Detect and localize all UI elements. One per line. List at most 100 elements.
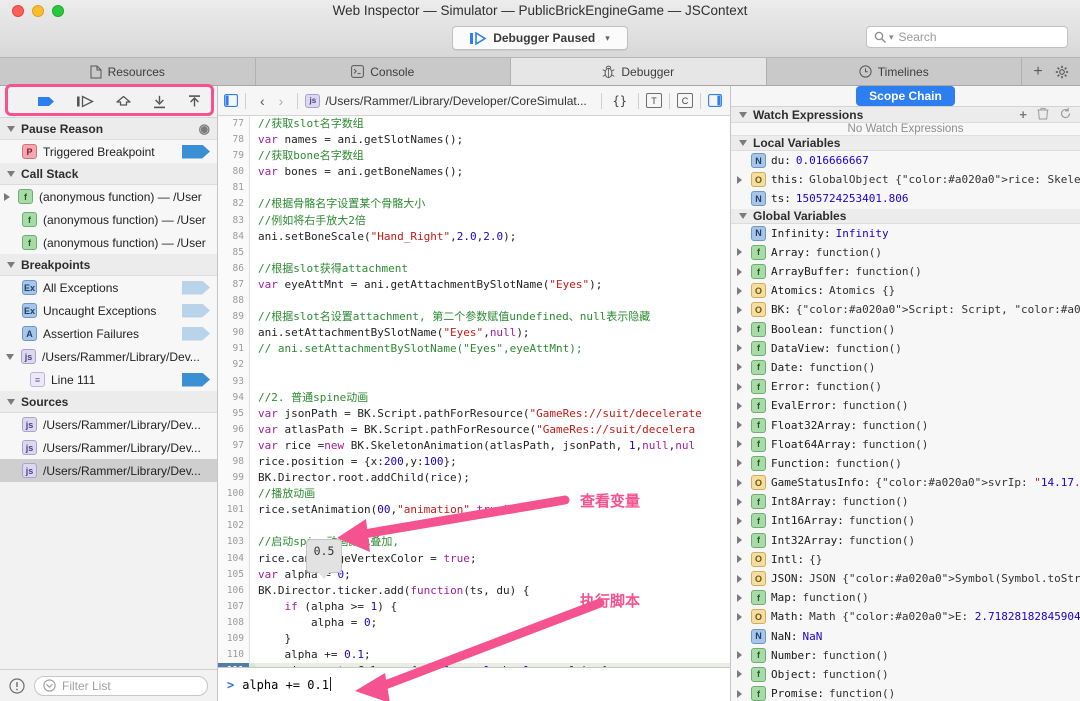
line-number[interactable]: 81 bbox=[218, 180, 249, 196]
local-variables-list[interactable]: Ndu: 0.016666667 Othis: GlobalObject {"colo… bbox=[731, 151, 1080, 209]
variable-row[interactable]: f ArrayBuffer: function() bbox=[731, 261, 1080, 282]
line-number[interactable]: 106 bbox=[218, 583, 249, 599]
disclosure-triangle-icon[interactable] bbox=[7, 398, 15, 405]
back-button[interactable]: ‹ bbox=[253, 93, 272, 109]
code-line[interactable]: rice.vertexColor = { r: 1, g: 1, b: 1, a… bbox=[251, 663, 730, 667]
line-number[interactable]: 110 bbox=[218, 647, 249, 663]
tab-console[interactable]: Console bbox=[255, 58, 511, 85]
section-global-variables[interactable]: Global Variables bbox=[731, 208, 1080, 224]
line-number[interactable]: 108 bbox=[218, 615, 249, 631]
add-tab-button[interactable]: + bbox=[1033, 63, 1042, 81]
show-chars-button[interactable]: C bbox=[677, 93, 693, 108]
line-number[interactable]: 87 bbox=[218, 277, 249, 293]
global-variables-list[interactable]: N Infinity: Infinity f Array: function() f Arra… bbox=[731, 223, 1080, 701]
tab-timelines[interactable]: Timelines bbox=[766, 58, 1022, 85]
pause-reason-item[interactable]: P Triggered Breakpoint bbox=[0, 140, 217, 163]
disclosure-triangle-icon[interactable] bbox=[737, 248, 746, 257]
step-up-icon[interactable] bbox=[187, 94, 202, 109]
disclosure-triangle-icon[interactable] bbox=[737, 670, 746, 679]
disclosure-triangle-icon[interactable] bbox=[737, 574, 746, 583]
disclosure-triangle-icon[interactable] bbox=[737, 440, 746, 449]
disclosure-triangle-icon[interactable] bbox=[737, 175, 746, 184]
breakpoint-toggle[interactable] bbox=[182, 326, 210, 341]
breakpoint-row[interactable]: Ex Uncaught Exceptions bbox=[0, 299, 217, 322]
search-dropdown-chevron-icon[interactable]: ▾ bbox=[889, 32, 894, 43]
code-editor[interactable]: 77 78 79 80 81 82 83 84 85 86 87 88 89 90 91 92 93 94 95 96… bbox=[218, 116, 730, 667]
variable-row[interactable]: O Atomics: Atomics {} bbox=[731, 281, 1080, 301]
variable-row[interactable]: O Math: Math {"color:#a020a0">E: 2.7182818… bbox=[731, 607, 1080, 627]
code-line[interactable]: ani.setBoneScale("Hand_Right",2.0,2.0); bbox=[251, 229, 730, 245]
sidebar-scroll-area[interactable]: Pause Reason ◉ P Triggered Breakpoint Ca… bbox=[0, 118, 217, 669]
disclosure-triangle-icon[interactable] bbox=[737, 421, 746, 430]
variable-row[interactable]: f Int16Array: function() bbox=[731, 511, 1080, 531]
line-number[interactable]: 85 bbox=[218, 245, 249, 261]
code-line[interactable]: BK.Director.ticker.add(function(ts, du) … bbox=[251, 583, 730, 599]
code-line[interactable] bbox=[251, 518, 730, 534]
gear-icon[interactable] bbox=[1055, 65, 1069, 79]
line-number[interactable]: 96 bbox=[218, 422, 249, 438]
line-number[interactable]: 99 bbox=[218, 470, 249, 486]
disclosure-triangle-icon[interactable] bbox=[737, 267, 746, 276]
variable-row[interactable]: f Map: function() bbox=[731, 588, 1080, 608]
filter-list-input[interactable]: Filter List bbox=[34, 675, 208, 696]
console-input[interactable]: alpha += 0.1 bbox=[242, 677, 331, 692]
disclosure-triangle-icon[interactable] bbox=[737, 305, 746, 314]
disclosure-triangle-icon[interactable] bbox=[739, 212, 747, 219]
code-line[interactable]: if (alpha >= 1) { bbox=[251, 599, 730, 615]
line-number[interactable]: 93 bbox=[218, 374, 249, 390]
variable-row[interactable]: f Number: function() bbox=[731, 645, 1080, 665]
add-icon[interactable]: + bbox=[1019, 107, 1027, 122]
variable-row[interactable]: f Date: function() bbox=[731, 357, 1080, 378]
variable-row[interactable]: f Float64Array: function() bbox=[731, 434, 1080, 454]
variable-row[interactable]: f Boolean: function() bbox=[731, 319, 1080, 339]
breakpoint-line-row[interactable]: ≡ Line 111 bbox=[0, 368, 217, 391]
disclosure-triangle-icon[interactable] bbox=[4, 192, 10, 201]
variable-row[interactable]: O JSON: JSON {"color:#a020a0">Symbol(Symbo… bbox=[731, 568, 1080, 589]
section-watch-expressions[interactable]: Watch Expressions + bbox=[731, 107, 1080, 123]
variable-row[interactable]: f Object: function() bbox=[731, 664, 1080, 685]
console-prompt-bar[interactable]: > alpha += 0.1 bbox=[218, 667, 730, 701]
code-line[interactable]: rice.setAnimation(00,"animation",true) bbox=[251, 502, 730, 518]
line-number[interactable]: 78 bbox=[218, 132, 249, 148]
source-file-row[interactable]: js /Users/Rammer/Library/Dev... bbox=[0, 413, 217, 436]
line-number[interactable]: 79 bbox=[218, 148, 249, 164]
disclosure-triangle-icon[interactable] bbox=[739, 111, 747, 118]
section-local-variables[interactable]: Local Variables bbox=[731, 136, 1080, 151]
code-line[interactable] bbox=[251, 357, 730, 373]
code-line[interactable]: //2. 普通spine动画 bbox=[251, 390, 730, 406]
disclosure-triangle-icon[interactable] bbox=[737, 478, 746, 487]
code-line[interactable]: var jsonPath = BK.Script.pathForResource… bbox=[251, 406, 730, 422]
line-number[interactable]: 98 bbox=[218, 454, 249, 470]
forward-button[interactable]: › bbox=[272, 93, 291, 109]
disclosure-triangle-icon[interactable] bbox=[737, 689, 746, 698]
disclosure-triangle-icon[interactable] bbox=[737, 651, 746, 660]
variable-row[interactable]: f Float32Array: function() bbox=[731, 415, 1080, 435]
call-stack-frame[interactable]: f (anonymous function) — /User bbox=[0, 231, 217, 254]
code-line[interactable]: //获取bone名字数组 bbox=[251, 148, 730, 164]
breakpoint-row[interactable]: Ex All Exceptions bbox=[0, 276, 217, 299]
disclosure-triangle-icon[interactable] bbox=[737, 363, 746, 372]
line-number[interactable]: 84 bbox=[218, 229, 249, 245]
step-into-icon[interactable] bbox=[152, 95, 167, 109]
code-line[interactable]: // ani.setAttachmentBySlotName("Eyes",ey… bbox=[251, 341, 730, 357]
line-number[interactable]: 94 bbox=[218, 390, 249, 406]
disclosure-triangle-icon[interactable] bbox=[737, 459, 746, 468]
code-line[interactable]: var atlasPath = BK.Script.pathForResourc… bbox=[251, 422, 730, 438]
line-number[interactable]: 102 bbox=[218, 518, 249, 534]
code-line[interactable]: var bones = ani.getBoneNames(); bbox=[251, 164, 730, 180]
line-number[interactable]: 100 bbox=[218, 486, 249, 502]
trash-icon[interactable] bbox=[1037, 107, 1049, 120]
variable-row[interactable]: Nts: 1505724253401.806 bbox=[731, 189, 1080, 209]
navigate-arrow-icon[interactable]: ◉ bbox=[199, 121, 210, 137]
variable-row[interactable]: N Infinity: Infinity bbox=[731, 223, 1080, 243]
breakpoint-row[interactable]: A Assertion Failures bbox=[0, 322, 217, 345]
disclosure-triangle-icon[interactable] bbox=[737, 382, 746, 391]
line-number[interactable]: 101 bbox=[218, 502, 249, 518]
section-sources[interactable]: Sources bbox=[0, 391, 217, 413]
disclosure-triangle-icon[interactable] bbox=[7, 170, 15, 177]
code-line[interactable]: var rice =new BK.SkeletonAnimation(atlas… bbox=[251, 438, 730, 454]
line-number[interactable]: 111 bbox=[218, 663, 249, 667]
line-number[interactable]: 77 bbox=[218, 116, 249, 132]
code-line[interactable]: alpha += 0.1; bbox=[251, 647, 730, 663]
section-breakpoints[interactable]: Breakpoints bbox=[0, 254, 217, 276]
